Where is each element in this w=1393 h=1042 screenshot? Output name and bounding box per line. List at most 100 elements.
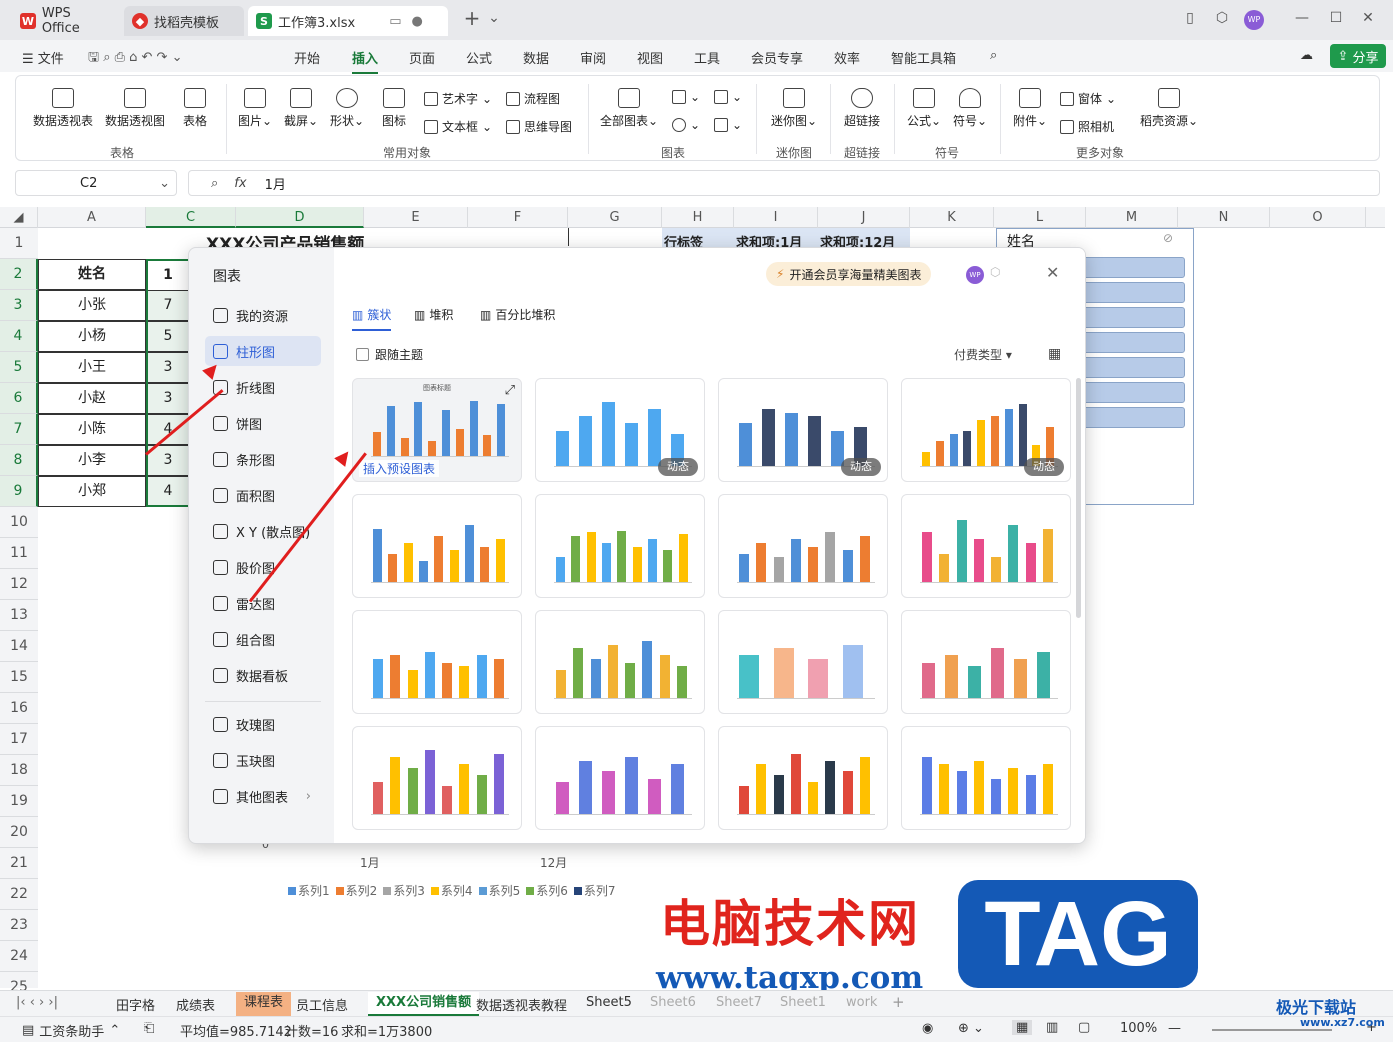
menu-formula[interactable]: 公式 xyxy=(466,48,492,67)
chart-template-thumbnail[interactable]: 图表标题 插入预设图表 ⤢ xyxy=(352,378,522,482)
chart-template-thumbnail[interactable] xyxy=(352,494,522,598)
dot-icon[interactable]: ● xyxy=(411,14,422,29)
wordart-button[interactable]: 艺术字 ⌄ xyxy=(424,90,492,107)
row-header[interactable]: 3 xyxy=(0,290,38,321)
row-header[interactable]: 1 xyxy=(0,228,38,259)
eye-icon[interactable]: ◉ xyxy=(922,1021,933,1036)
row-header[interactable]: 20 xyxy=(0,817,38,848)
row-header[interactable]: 14 xyxy=(0,631,38,662)
row-header[interactable]: 12 xyxy=(0,569,38,600)
all-charts-button[interactable]: 全部图表⌄ xyxy=(598,88,660,129)
chart-template-thumbnail[interactable] xyxy=(535,726,705,830)
sidebar-item[interactable]: 玫瑰图 xyxy=(205,709,321,739)
chart-template-thumbnail[interactable] xyxy=(535,494,705,598)
formula-bar[interactable]: ⌕ fx 1月 xyxy=(188,170,1380,196)
docer-resources-button[interactable]: 稻壳资源⌄ xyxy=(1138,88,1200,129)
screenshot-button[interactable]: 截屏⌄ xyxy=(280,88,322,129)
sidebar-item[interactable]: 其他图表 › xyxy=(205,781,321,811)
column-chart-dropdown[interactable]: ⌄ xyxy=(672,90,700,104)
follow-theme-checkbox[interactable]: 跟随主题 xyxy=(356,346,423,363)
pie-chart-dropdown[interactable]: ⌄ xyxy=(672,118,700,132)
mindmap-button[interactable]: 思维导图 xyxy=(506,118,572,135)
chart-template-thumbnail[interactable] xyxy=(352,610,522,714)
row-header[interactable]: 6 xyxy=(0,383,38,414)
search-icon[interactable]: ⌕ xyxy=(990,48,997,63)
avatar[interactable]: WP xyxy=(1244,10,1264,30)
slicer-item[interactable] xyxy=(1073,382,1185,403)
sheet-tab[interactable]: XXX公司销售额 xyxy=(368,992,480,1016)
subtab-stacked[interactable]: ▥ 堆积 xyxy=(414,306,453,323)
grid-view-icon[interactable]: ▦ xyxy=(1048,346,1061,362)
sheet-tab[interactable]: 田字格 xyxy=(116,995,155,1014)
tab-wps-office[interactable]: W WPS Office xyxy=(12,6,120,36)
sheet-tab[interactable]: 数据透视表教程 xyxy=(476,995,567,1014)
row-header[interactable]: 2 xyxy=(0,259,38,290)
payroll-helper-button[interactable]: ▤ 工资条助手 ⌃ xyxy=(22,1021,120,1040)
row-header[interactable]: 21 xyxy=(0,848,38,879)
cube-icon[interactable]: ⬡ xyxy=(1212,10,1232,30)
chart-template-thumbnail[interactable]: 动态 xyxy=(535,378,705,482)
close-icon[interactable]: ✕ xyxy=(1046,263,1059,282)
sidebar-item[interactable]: 柱形图 xyxy=(205,336,321,366)
chart-template-thumbnail[interactable] xyxy=(535,610,705,714)
flowchart-button[interactable]: 流程图 xyxy=(506,90,560,107)
symbol-button[interactable]: 符号⌄ xyxy=(950,88,990,129)
name-cell[interactable]: 小王 xyxy=(38,352,146,383)
pivot-chart-button[interactable]: 数据透视图 xyxy=(102,88,168,129)
col-header-l[interactable]: L xyxy=(994,207,1086,228)
col-header-j[interactable]: J xyxy=(818,207,910,228)
row-header[interactable]: 23 xyxy=(0,910,38,941)
chart-template-thumbnail[interactable] xyxy=(718,726,888,830)
name-cell[interactable]: 小赵 xyxy=(38,383,146,414)
fx-icon[interactable]: fx xyxy=(234,176,246,191)
sidebar-item[interactable]: 玉玦图 xyxy=(205,745,321,775)
name-cell[interactable]: 小李 xyxy=(38,445,146,476)
row-header[interactable]: 4 xyxy=(0,321,38,352)
col-header-h[interactable]: H xyxy=(662,207,734,228)
menu-file[interactable]: ☰ 文件 xyxy=(22,48,64,67)
sheet-tab[interactable]: work xyxy=(846,995,877,1010)
pivot-table-button[interactable]: 数据透视表 xyxy=(30,88,96,129)
icon-button[interactable]: 图标 xyxy=(376,88,412,129)
menu-review[interactable]: 审阅 xyxy=(580,48,606,67)
col-header-k[interactable]: K xyxy=(910,207,994,228)
row-header[interactable]: 24 xyxy=(0,941,38,972)
quick-access-icons[interactable]: 🖫 ⌕ ⎙ ⌂ ↶ ↷ ⌄ xyxy=(88,48,182,70)
zoom-out-icon[interactable]: — xyxy=(1168,1021,1181,1036)
macro-icon[interactable]: ⎗ xyxy=(144,1021,154,1036)
sheet-tab[interactable]: Sheet5 xyxy=(586,995,632,1010)
hyperlink-button[interactable]: 超链接 xyxy=(838,88,886,129)
line-chart-dropdown[interactable]: ⌄ xyxy=(714,90,742,104)
textbox-button[interactable]: 文本框 ⌄ xyxy=(424,118,492,135)
menu-insert[interactable]: 插入 xyxy=(352,48,379,74)
menu-view[interactable]: 视图 xyxy=(637,48,663,67)
clear-filter-icon[interactable]: ⊘ xyxy=(1163,231,1173,245)
col-header-e[interactable]: E xyxy=(364,207,468,228)
chevron-down-icon[interactable]: ⌄ xyxy=(159,176,170,191)
row-header[interactable]: 8 xyxy=(0,445,38,476)
chevron-down-icon[interactable]: ⌄ xyxy=(484,10,504,30)
grid-settings-icon[interactable]: ⊕ ⌄ xyxy=(958,1021,984,1036)
slicer-item[interactable] xyxy=(1073,307,1185,328)
sidebar-item[interactable]: 组合图 xyxy=(205,624,321,654)
minimize-icon[interactable]: — xyxy=(1292,10,1312,30)
chart-template-thumbnail[interactable]: 动态 xyxy=(901,378,1071,482)
row-header[interactable]: 10 xyxy=(0,507,38,538)
sidebar-item[interactable]: 我的资源 xyxy=(205,300,321,330)
row-header[interactable]: 5 xyxy=(0,352,38,383)
row-header[interactable]: 11 xyxy=(0,538,38,569)
fullscreen-icon[interactable]: ⤢ xyxy=(505,383,515,398)
name-cell[interactable]: 小杨 xyxy=(38,321,146,352)
sidebar-item[interactable]: 股价图 xyxy=(205,552,321,582)
row-header[interactable]: 16 xyxy=(0,693,38,724)
col-header-o[interactable]: O xyxy=(1270,207,1366,228)
shape-button[interactable]: 形状⌄ xyxy=(326,88,368,129)
row-header[interactable]: 9 xyxy=(0,476,38,507)
sheet-tab[interactable]: Sheet6 xyxy=(650,995,696,1010)
slicer-item[interactable] xyxy=(1073,257,1185,278)
chart-template-thumbnail[interactable] xyxy=(352,726,522,830)
table-button[interactable]: 表格 xyxy=(176,88,214,129)
sheet-tab[interactable]: 成绩表 xyxy=(176,995,215,1014)
add-sheet-button[interactable]: + xyxy=(892,993,905,1011)
zoom-level[interactable]: 100% xyxy=(1120,1021,1157,1036)
